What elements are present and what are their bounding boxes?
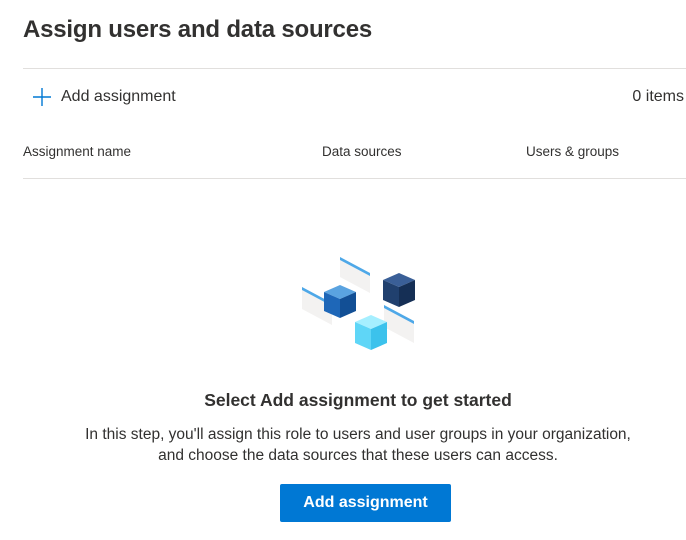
table-header-divider (23, 178, 686, 179)
panel-shape (384, 305, 414, 343)
item-count: 0 items (632, 88, 684, 105)
empty-state-description: In this step, you'll assign this role to… (0, 424, 686, 466)
page-title: Assign users and data sources (23, 16, 372, 43)
cubes-illustration (302, 257, 415, 350)
column-header-data-sources[interactable]: Data sources (322, 144, 402, 159)
divider (23, 68, 686, 69)
plus-icon (33, 88, 51, 106)
column-header-users-groups[interactable]: Users & groups (526, 144, 619, 159)
empty-state-description-line: and choose the data sources that these u… (158, 447, 558, 464)
column-header-assignment-name[interactable]: Assignment name (23, 144, 131, 159)
add-assignment-label: Add assignment (61, 88, 176, 105)
add-assignment-button[interactable]: Add assignment (280, 484, 451, 522)
add-assignment-command[interactable]: Add assignment (23, 80, 184, 114)
empty-state-title: Select Add assignment to get started (204, 390, 512, 410)
table-header: Assignment name Data sources Users & gro… (23, 136, 686, 170)
cube-shape (355, 315, 387, 350)
command-bar: Add assignment 0 items (23, 80, 686, 114)
cube-shape (383, 273, 415, 307)
empty-state-description-line: In this step, you'll assign this role to… (85, 426, 631, 443)
cube-shape (324, 285, 356, 318)
